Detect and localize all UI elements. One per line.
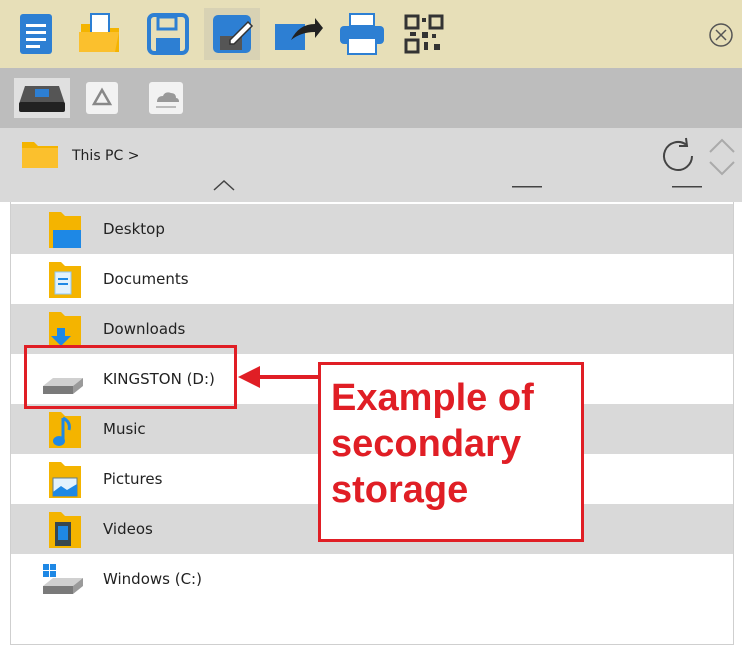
qr-code-button[interactable] bbox=[396, 8, 452, 60]
folder-desktop-icon bbox=[49, 212, 81, 248]
list-item-desktop[interactable]: Desktop bbox=[11, 204, 733, 254]
path-bar: This PC > bbox=[0, 128, 742, 202]
windows-drive-icon bbox=[43, 564, 83, 594]
share-arrow-icon bbox=[275, 18, 323, 50]
cloud-icon bbox=[149, 82, 183, 114]
save-button[interactable] bbox=[140, 8, 196, 60]
list-item-documents[interactable]: Documents bbox=[11, 254, 733, 304]
sort-toggle-icon[interactable] bbox=[706, 136, 738, 178]
save-as-icon bbox=[213, 15, 254, 53]
callout-arrow-icon bbox=[238, 366, 320, 388]
main-toolbar bbox=[0, 0, 742, 68]
qr-code-icon bbox=[404, 14, 444, 54]
list-item-label: Desktop bbox=[103, 220, 165, 238]
list-item-label: Downloads bbox=[103, 320, 186, 338]
save-as-button[interactable] bbox=[204, 8, 260, 60]
close-button[interactable] bbox=[708, 22, 734, 48]
folder-pictures-icon bbox=[49, 462, 81, 498]
folder-icon bbox=[22, 142, 58, 168]
folder-music-icon bbox=[49, 412, 81, 448]
column-divider-icon bbox=[672, 186, 702, 188]
local-drive-button[interactable] bbox=[14, 78, 70, 118]
google-drive-button[interactable] bbox=[84, 78, 120, 118]
list-item-label: Pictures bbox=[103, 470, 163, 488]
floppy-disk-icon bbox=[147, 13, 189, 55]
callout-box: Example of secondary storage bbox=[318, 362, 584, 542]
open-folder-button[interactable] bbox=[72, 8, 128, 60]
close-circle-icon bbox=[709, 23, 733, 47]
folder-open-icon bbox=[79, 13, 119, 52]
print-button[interactable] bbox=[334, 8, 390, 60]
folder-documents-icon bbox=[49, 262, 81, 298]
folder-videos-icon bbox=[49, 512, 81, 548]
list-item-label: Music bbox=[103, 420, 146, 438]
document-icon bbox=[20, 14, 52, 54]
google-drive-icon bbox=[86, 82, 118, 114]
hard-drive-icon bbox=[19, 86, 65, 112]
new-document-button[interactable] bbox=[8, 8, 64, 60]
share-button[interactable] bbox=[270, 8, 326, 60]
list-item-windows-drive[interactable]: Windows (C:) bbox=[11, 554, 733, 604]
onedrive-button[interactable] bbox=[148, 78, 184, 118]
folder-downloads-icon bbox=[49, 312, 81, 348]
collapse-up-icon[interactable] bbox=[212, 178, 236, 192]
breadcrumb[interactable]: This PC > bbox=[72, 148, 139, 164]
highlight-box bbox=[24, 345, 237, 409]
callout-text: Example of secondary storage bbox=[331, 377, 534, 511]
refresh-icon[interactable] bbox=[656, 134, 700, 178]
list-item-label: Videos bbox=[103, 520, 153, 538]
storage-service-bar bbox=[0, 68, 742, 128]
list-item-label: Documents bbox=[103, 270, 189, 288]
printer-icon bbox=[340, 13, 384, 55]
column-divider-icon bbox=[512, 186, 542, 188]
list-item-label: Windows (C:) bbox=[103, 570, 202, 588]
